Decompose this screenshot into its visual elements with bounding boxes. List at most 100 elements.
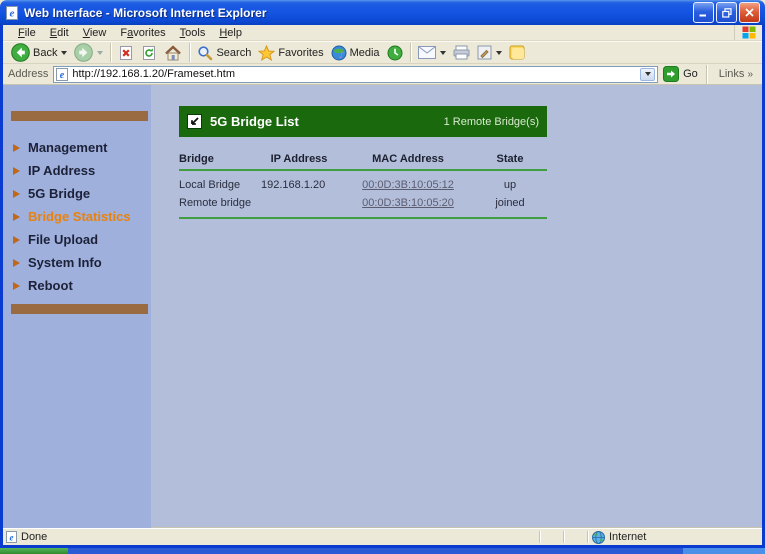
table-rule-top xyxy=(179,169,547,171)
panel-title: 5G Bridge List xyxy=(210,114,299,129)
browser-window: e Web Interface - Microsoft Internet Exp… xyxy=(0,0,765,548)
address-input[interactable]: e http://192.168.1.20/Frameset.htm xyxy=(53,65,659,83)
title-bar[interactable]: e Web Interface - Microsoft Internet Exp… xyxy=(0,0,765,25)
messenger-button[interactable] xyxy=(506,44,528,61)
go-label: Go xyxy=(683,68,698,80)
chevron-more-icon: » xyxy=(747,68,753,80)
media-button[interactable]: ♪ Media xyxy=(328,44,383,62)
search-label: Search xyxy=(216,46,252,59)
ie-app-icon: e xyxy=(5,5,19,20)
security-zone-pane: Internet xyxy=(592,530,700,544)
table-header-row: Bridge IP Address MAC Address State xyxy=(179,149,547,169)
column-bridge: Bridge xyxy=(179,153,214,165)
sidebar-item-ip-address[interactable]: IP Address xyxy=(3,159,151,182)
svg-text:e: e xyxy=(10,7,15,19)
menu-bar: File Edit View Favorites Tools Help xyxy=(3,25,762,41)
page-viewport: Management IP Address 5G Bridge Bridge S… xyxy=(3,85,762,528)
arrow-bullet-icon xyxy=(13,166,20,175)
table-row-local-bridge: Local Bridge 192.168.1.20 00:0D:3B:10:05… xyxy=(179,176,547,194)
sidebar-item-label: System Info xyxy=(28,255,102,270)
sidebar-item-label: Bridge Statistics xyxy=(28,209,131,224)
sidebar-item-system-info[interactable]: System Info xyxy=(3,251,151,274)
sidebar-item-bridge-statistics[interactable]: Bridge Statistics xyxy=(3,205,151,228)
history-button[interactable] xyxy=(384,44,406,62)
home-icon xyxy=(164,44,182,61)
arrow-bullet-icon xyxy=(13,281,20,290)
windows-logo-icon xyxy=(734,25,762,40)
links-button[interactable]: Links » xyxy=(715,68,757,80)
favorites-label: Favorites xyxy=(278,46,324,59)
forward-button[interactable] xyxy=(71,42,106,63)
bridge-name: Local Bridge xyxy=(179,179,241,191)
history-icon xyxy=(387,45,403,61)
back-button[interactable]: Back xyxy=(8,42,70,63)
toolbar: Back Search Favorites ♪ Media xyxy=(3,41,762,64)
edit-dropdown-icon[interactable] xyxy=(495,50,502,55)
arrow-bullet-icon xyxy=(13,143,20,152)
mail-button[interactable] xyxy=(415,45,449,60)
back-circle-arrow-icon xyxy=(11,43,30,62)
sidebar-menu: Management IP Address 5G Bridge Bridge S… xyxy=(3,136,151,297)
address-dropdown-button[interactable] xyxy=(640,67,656,81)
sidebar-item-label: Management xyxy=(28,140,108,155)
search-button[interactable]: Search xyxy=(194,44,254,62)
back-dropdown-icon[interactable] xyxy=(61,50,68,55)
status-text: Done xyxy=(21,531,48,543)
links-label: Links xyxy=(718,68,745,80)
close-button[interactable] xyxy=(739,2,760,23)
taskbar xyxy=(0,548,765,554)
menu-help[interactable]: Help xyxy=(212,27,249,39)
sidebar-item-label: 5G Bridge xyxy=(28,186,91,201)
page-icon: e xyxy=(6,531,17,543)
statusbar-separator xyxy=(563,531,565,543)
status-pane-empty xyxy=(544,531,560,543)
column-ip-address: IP Address xyxy=(270,153,328,165)
refresh-button[interactable] xyxy=(138,44,160,62)
panel-header: 5G Bridge List 1 Remote Bridge(s) xyxy=(179,106,547,137)
arrow-bullet-icon xyxy=(13,235,20,244)
mac-address-link[interactable]: 00:0D:3B:10:05:12 xyxy=(362,179,454,191)
sidebar-item-5g-bridge[interactable]: 5G Bridge xyxy=(3,182,151,205)
home-button[interactable] xyxy=(161,44,185,62)
mail-dropdown-icon[interactable] xyxy=(439,50,446,55)
page-icon: e xyxy=(56,67,69,81)
messenger-icon xyxy=(509,45,525,60)
table-body: Local Bridge 192.168.1.20 00:0D:3B:10:05… xyxy=(179,176,547,212)
arrow-bullet-icon xyxy=(13,189,20,198)
arrow-bullet-icon xyxy=(13,212,20,221)
sidebar-item-file-upload[interactable]: File Upload xyxy=(3,228,151,251)
sidebar-item-management[interactable]: Management xyxy=(3,136,151,159)
print-button[interactable] xyxy=(450,44,473,61)
svg-text:♪: ♪ xyxy=(338,51,344,61)
search-icon xyxy=(197,45,213,61)
stop-button[interactable] xyxy=(115,44,137,62)
minimize-button[interactable] xyxy=(693,2,714,23)
menu-favorites[interactable]: Favorites xyxy=(113,27,172,39)
zone-label: Internet xyxy=(609,531,647,543)
svg-text:e: e xyxy=(10,533,14,543)
main-frame: 5G Bridge List 1 Remote Bridge(s) Bridge… xyxy=(151,85,762,528)
bridge-list-panel: 5G Bridge List 1 Remote Bridge(s) Bridge… xyxy=(179,106,547,219)
table-row-remote-bridge: Remote bridge 00:0D:3B:10:05:20 joined xyxy=(179,194,547,212)
arrow-bullet-icon xyxy=(13,258,20,267)
menu-view[interactable]: View xyxy=(76,27,114,39)
menu-file[interactable]: File xyxy=(11,27,43,39)
favorites-button[interactable]: Favorites xyxy=(255,44,326,62)
restore-button[interactable] xyxy=(716,2,737,23)
sidebar-item-reboot[interactable]: Reboot xyxy=(3,274,151,297)
bridge-name: Remote bridge xyxy=(179,197,252,209)
start-button[interactable] xyxy=(0,548,68,554)
mail-icon xyxy=(417,46,436,59)
menu-edit[interactable]: Edit xyxy=(43,27,76,39)
forward-circle-arrow-icon xyxy=(74,43,94,62)
mac-address-link[interactable]: 00:0D:3B:10:05:20 xyxy=(362,197,454,209)
menu-tools[interactable]: Tools xyxy=(173,27,213,39)
status-pane-empty xyxy=(568,531,584,543)
status-pane: e Done xyxy=(6,531,536,543)
forward-dropdown-icon[interactable] xyxy=(97,50,104,55)
sidebar-divider-bottom xyxy=(11,304,148,314)
go-button[interactable]: Go xyxy=(663,66,698,82)
bridge-state: up xyxy=(503,179,517,191)
edit-button[interactable] xyxy=(474,44,505,61)
bridge-list-icon xyxy=(187,114,202,129)
